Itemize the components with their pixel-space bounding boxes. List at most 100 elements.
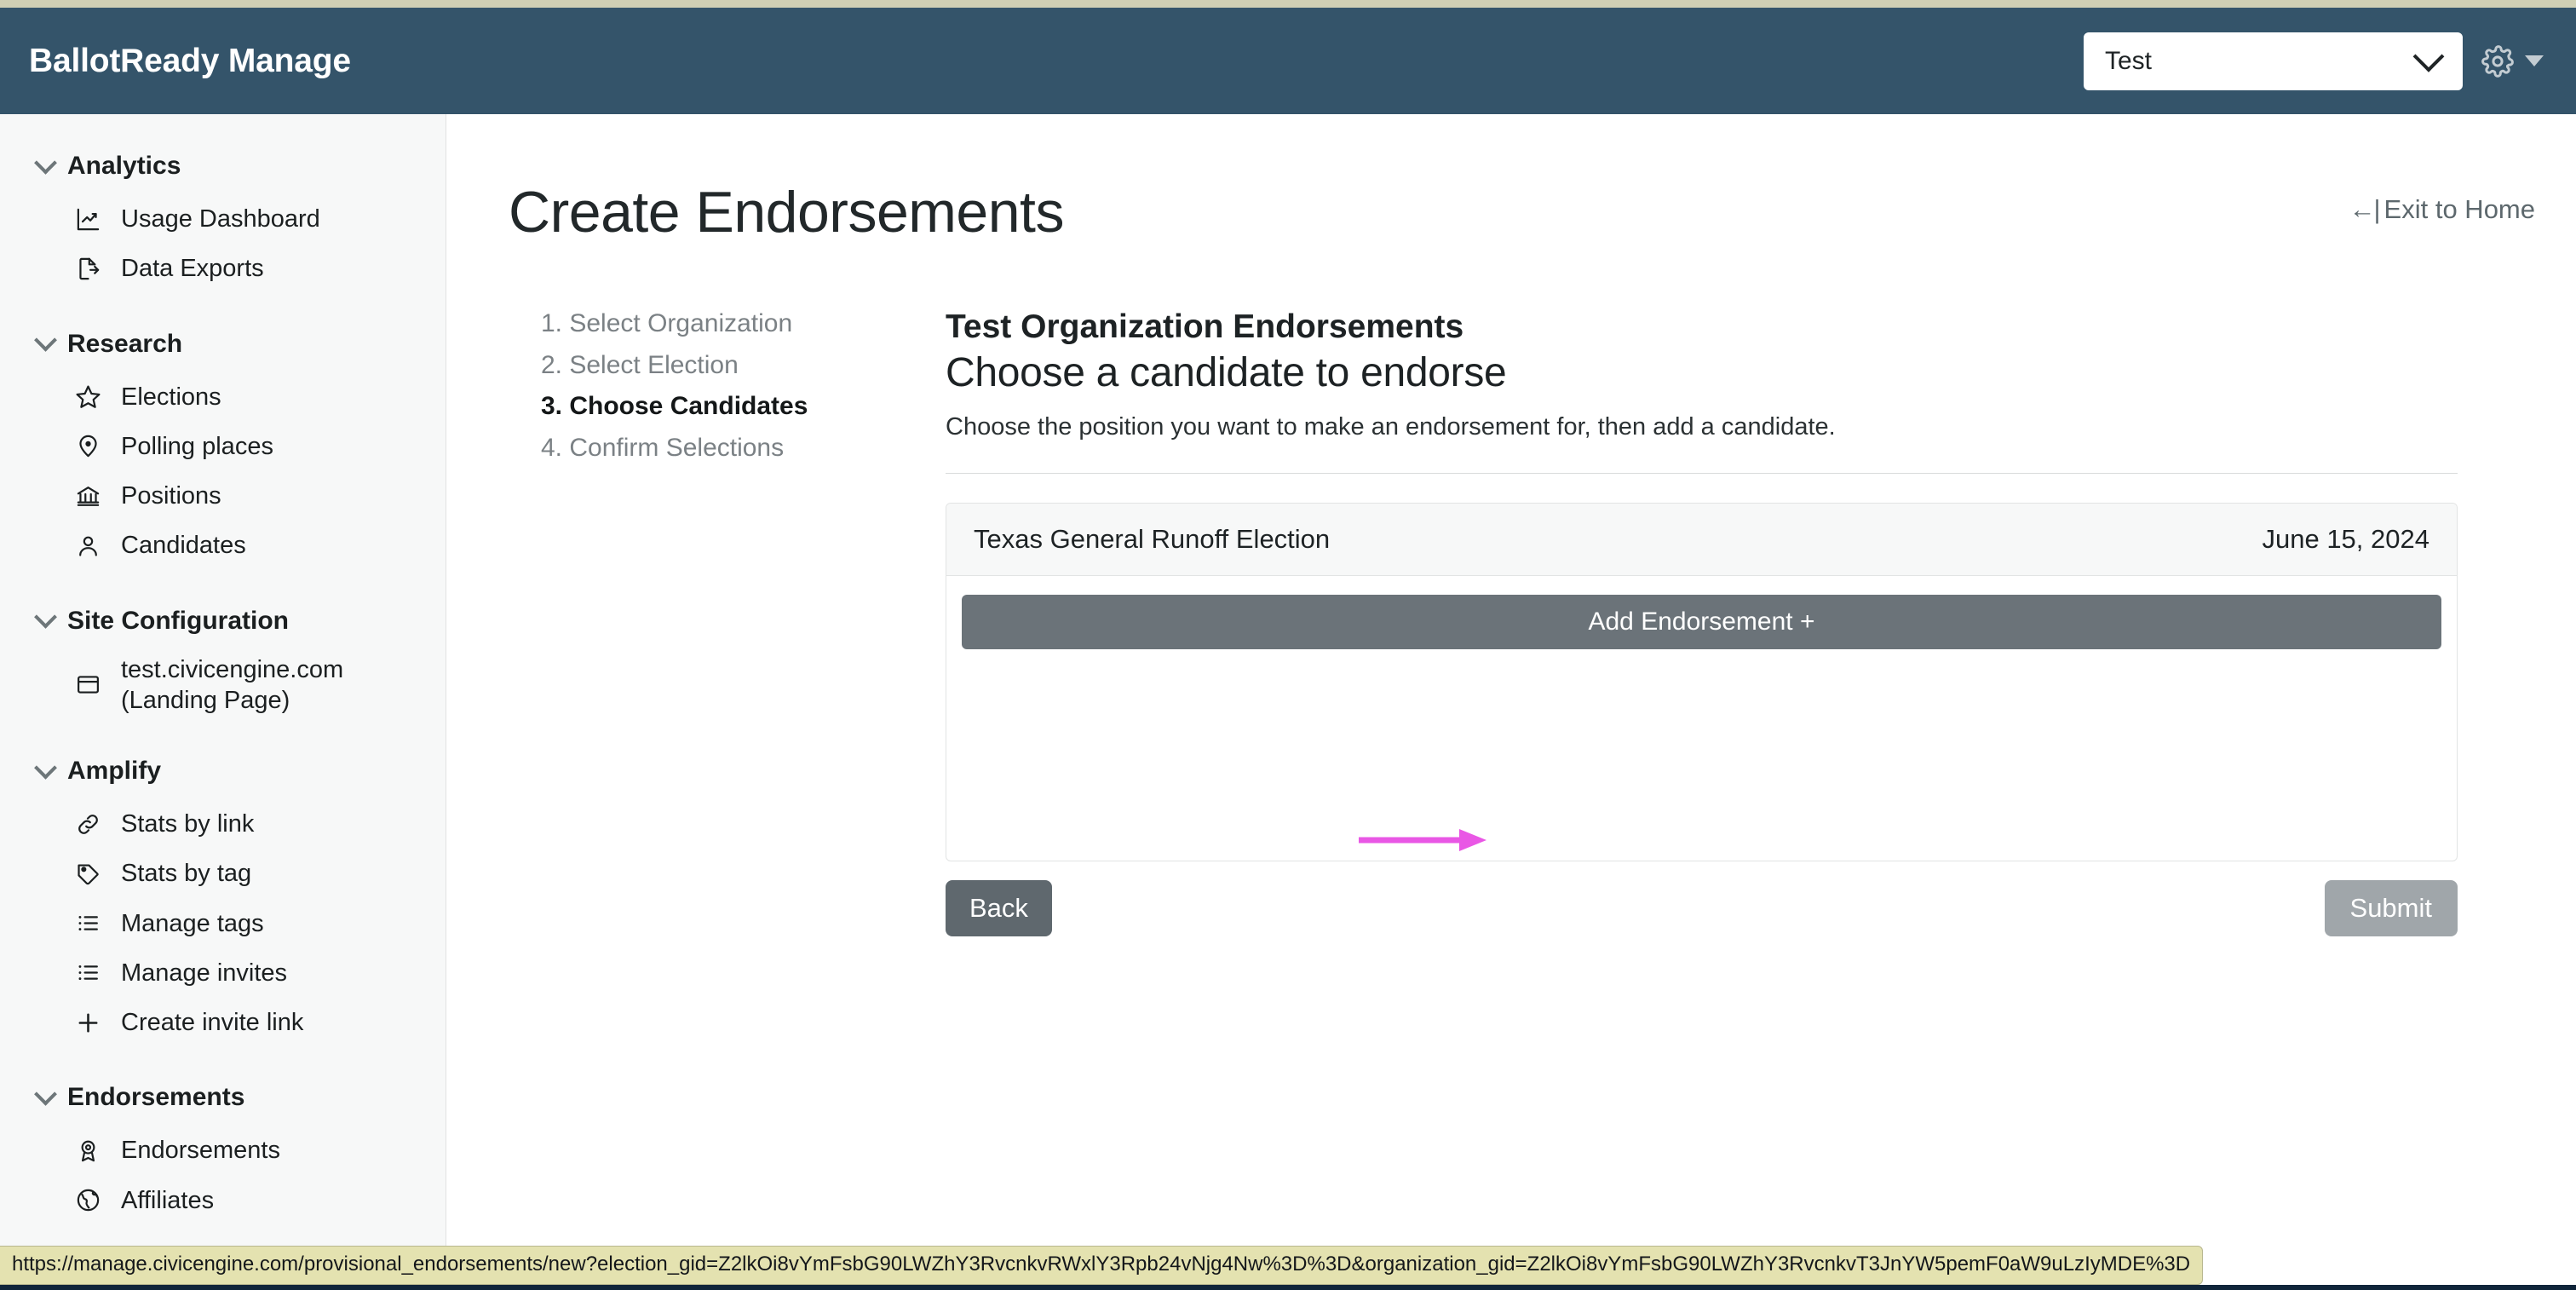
sidebar-item-label: Affiliates (121, 1186, 215, 1214)
sidebar-group-label: Site Configuration (67, 606, 289, 635)
sidebar-item-affiliates[interactable]: Affiliates (0, 1176, 446, 1225)
link-icon (73, 809, 102, 838)
sidebar-item-label: Manage invites (121, 959, 288, 987)
wizard-steps: 1. Select Organization 2. Select Electio… (541, 303, 808, 469)
sidebar-item-label: Create invite link (121, 1009, 304, 1036)
submit-button: Submit (2324, 880, 2458, 936)
sidebar-group-label: Endorsements (67, 1083, 245, 1112)
section-subtitle: Choose a candidate to endorse (946, 350, 1507, 395)
exit-to-home-link[interactable]: ←| Exit to Home (2349, 194, 2535, 225)
sidebar-group-label: Amplify (67, 757, 162, 785)
file-export-icon (73, 254, 102, 283)
main-content: Create Endorsements ←| Exit to Home 1. S… (447, 114, 2576, 1290)
divider (946, 473, 2458, 474)
gear-icon (2481, 44, 2514, 78)
sidebar-item-label: Polling places (121, 432, 273, 460)
sidebar-group-research[interactable]: Research (0, 316, 446, 372)
app-brand-title: BallotReady Manage (29, 42, 351, 79)
organization-select[interactable]: Test (2084, 32, 2463, 90)
plus-icon (73, 1008, 102, 1037)
sidebar-item-usage-dashboard[interactable]: Usage Dashboard (0, 194, 446, 244)
sidebar-item-elections[interactable]: Elections (0, 372, 446, 422)
sidebar-item-label: Manage tags (121, 909, 264, 937)
tag-icon (73, 859, 102, 888)
chevron-down-icon (2412, 40, 2445, 72)
sidebar-item-stats-by-tag[interactable]: Stats by tag (0, 849, 446, 898)
election-date: June 15, 2024 (2262, 524, 2429, 554)
election-card: Texas General Runoff Election June 15, 2… (946, 503, 2458, 861)
chevron-down-icon (34, 1082, 57, 1106)
sidebar-item-data-exports[interactable]: Data Exports (0, 244, 446, 293)
sidebar-item-endorsements[interactable]: Endorsements (0, 1126, 446, 1175)
sidebar-item-candidates[interactable]: Candidates (0, 521, 446, 570)
wizard-step-4[interactable]: 4. Confirm Selections (541, 428, 808, 469)
navbar-right-controls: Test (2084, 32, 2544, 90)
window-bottom-strip (0, 1285, 2576, 1290)
sidebar-group-amplify[interactable]: Amplify (0, 743, 446, 799)
browser-status-bar-url: https://manage.civicengine.com/provision… (0, 1246, 2204, 1285)
award-ribbon-icon (73, 1136, 102, 1165)
page-title: Create Endorsements (509, 180, 1064, 245)
sidebar-group-analytics[interactable]: Analytics (0, 138, 446, 194)
wizard-step-3[interactable]: 3. Choose Candidates (541, 386, 808, 428)
line-chart-icon (73, 204, 102, 233)
sidebar-item-label: Data Exports (121, 255, 264, 283)
caret-down-icon (2525, 55, 2544, 66)
top-navbar: BallotReady Manage Test (0, 8, 2576, 114)
sidebar-navigation: Analytics Usage Dashboard Data Exports R… (0, 114, 446, 1290)
sidebar-item-stats-by-link[interactable]: Stats by link (0, 799, 446, 849)
list-icon (73, 909, 102, 938)
sidebar-item-label: Stats by tag (121, 860, 252, 888)
user-icon (73, 531, 102, 560)
sidebar-item-label: Usage Dashboard (121, 205, 320, 233)
election-card-header: Texas General Runoff Election June 15, 2… (946, 504, 2457, 576)
globe-icon (73, 1186, 102, 1215)
sidebar-item-create-invite-link[interactable]: Create invite link (0, 998, 446, 1047)
sidebar-item-label: Positions (121, 482, 221, 510)
sidebar-item-manage-tags[interactable]: Manage tags (0, 899, 446, 948)
sidebar-group-endorsements[interactable]: Endorsements (0, 1069, 446, 1126)
sidebar-item-polling-places[interactable]: Polling places (0, 422, 446, 471)
organization-endorsements-title: Test Organization Endorsements (946, 308, 1464, 345)
election-card-body: Add Endorsement + (946, 576, 2457, 861)
wizard-step-2[interactable]: 2. Select Election (541, 345, 808, 387)
organization-select-value: Test (2105, 46, 2153, 75)
election-name: Texas General Runoff Election (974, 524, 1331, 554)
star-icon (73, 383, 102, 412)
chevron-down-icon (34, 151, 57, 175)
sidebar-item-label: test.civicengine.com (Landing Page) (121, 655, 344, 714)
wizard-footer: Back Submit (946, 880, 2458, 936)
back-arrow-icon: ←| (2349, 194, 2380, 224)
sidebar-item-landing-page[interactable]: test.civicengine.com (Landing Page) (0, 649, 446, 722)
sidebar-item-manage-invites[interactable]: Manage invites (0, 948, 446, 998)
chevron-down-icon (34, 328, 57, 352)
sidebar-item-label: Endorsements (121, 1137, 280, 1165)
add-endorsement-button[interactable]: Add Endorsement + (962, 595, 2441, 649)
content-column: Test Organization Endorsements Choose a … (946, 308, 2458, 936)
helper-text: Choose the position you want to make an … (946, 413, 1836, 441)
app-root: BallotReady Manage Test Analytics Usage … (0, 0, 2576, 1290)
sidebar-item-label: Candidates (121, 532, 246, 560)
sidebar-item-positions[interactable]: Positions (0, 471, 446, 521)
window-top-strip (0, 0, 2576, 8)
settings-menu-button[interactable] (2481, 44, 2544, 78)
exit-to-home-label: Exit to Home (2383, 194, 2535, 224)
chevron-down-icon (34, 756, 57, 780)
sidebar-group-label: Analytics (67, 152, 181, 180)
bank-icon (73, 481, 102, 510)
sidebar-item-label: Stats by link (121, 810, 255, 838)
wizard-step-1[interactable]: 1. Select Organization (541, 303, 808, 345)
sidebar-group-site-configuration[interactable]: Site Configuration (0, 593, 446, 649)
map-pin-icon (73, 432, 102, 461)
sidebar-item-label: Elections (121, 383, 221, 411)
list-icon (73, 959, 102, 988)
back-button[interactable]: Back (946, 880, 1052, 936)
chevron-down-icon (34, 605, 57, 629)
sidebar-group-label: Research (67, 329, 183, 358)
browser-window-icon (73, 671, 102, 700)
